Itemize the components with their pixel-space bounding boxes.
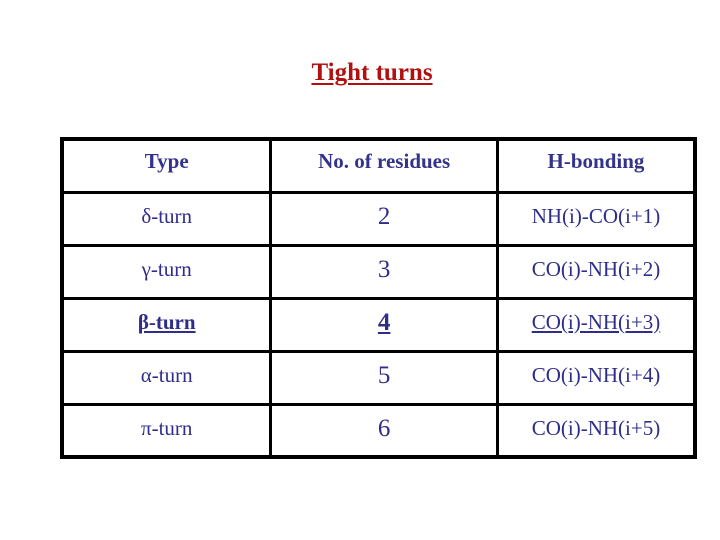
table-row: α-turn 5 CO(i)-NH(i+4) bbox=[60, 349, 697, 406]
cell-h-bonding: CO(i)-NH(i+3) bbox=[495, 296, 697, 353]
cell-residues: 4 bbox=[269, 296, 499, 353]
table-row-highlighted: β-turn 4 CO(i)-NH(i+3) bbox=[60, 296, 697, 353]
cell-h-bonding: NH(i)-CO(i+1) bbox=[495, 190, 697, 247]
page-title: Tight turns bbox=[311, 59, 433, 86]
header-residues: No. of residues bbox=[269, 137, 499, 194]
cell-type: γ-turn bbox=[60, 243, 273, 300]
table-row: δ-turn 2 NH(i)-CO(i+1) bbox=[60, 190, 697, 247]
tight-turns-table: Type No. of residues H-bonding δ-turn 2 … bbox=[60, 137, 697, 459]
cell-h-bonding: CO(i)-NH(i+2) bbox=[495, 243, 697, 300]
cell-residues: 6 bbox=[269, 402, 499, 459]
cell-type: α-turn bbox=[60, 349, 273, 406]
table-row: γ-turn 3 CO(i)-NH(i+2) bbox=[60, 243, 697, 300]
cell-type: δ-turn bbox=[60, 190, 273, 247]
header-h-bonding: H-bonding bbox=[495, 137, 697, 194]
cell-type: π-turn bbox=[60, 402, 273, 459]
header-type: Type bbox=[60, 137, 273, 194]
cell-residues: 5 bbox=[269, 349, 499, 406]
cell-residues: 2 bbox=[269, 190, 499, 247]
cell-residues: 3 bbox=[269, 243, 499, 300]
cell-h-bonding: CO(i)-NH(i+5) bbox=[495, 402, 697, 459]
cell-type: β-turn bbox=[60, 296, 273, 353]
cell-h-bonding: CO(i)-NH(i+4) bbox=[495, 349, 697, 406]
header-row: Type No. of residues H-bonding bbox=[60, 137, 697, 194]
table-row: π-turn 6 CO(i)-NH(i+5) bbox=[60, 402, 697, 459]
